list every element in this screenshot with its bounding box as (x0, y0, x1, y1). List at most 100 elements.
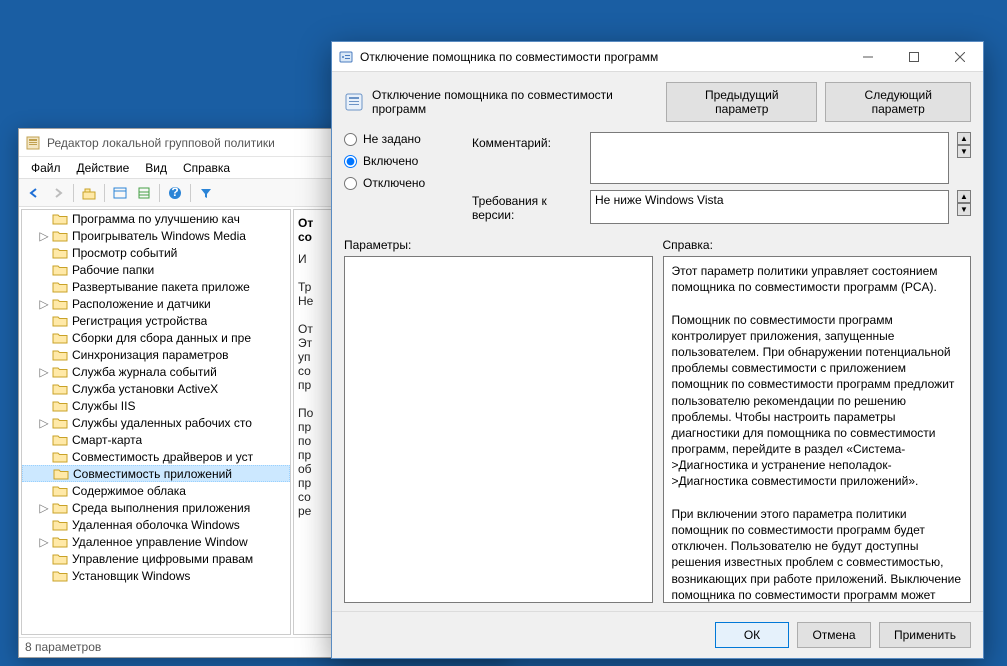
tree-item-label: Рабочие папки (72, 263, 154, 277)
next-setting-button[interactable]: Следующий параметр (825, 82, 971, 122)
radio-disabled-label: Отключено (363, 176, 425, 190)
tree-item-label: Просмотр событий (72, 246, 177, 260)
svg-text:?: ? (171, 186, 178, 199)
tree-item-label: Службы IIS (72, 399, 135, 413)
close-icon[interactable] (937, 42, 983, 72)
expand-chevron-icon[interactable]: ▷ (38, 501, 50, 515)
parameters-box (344, 256, 653, 603)
toolbar-back-icon[interactable] (23, 182, 45, 204)
toolbar-details-icon[interactable] (133, 182, 155, 204)
expand-chevron-icon[interactable]: ▷ (38, 416, 50, 430)
tree-item-label: Смарт-карта (72, 433, 142, 447)
menu-help[interactable]: Справка (175, 159, 238, 177)
tree-item[interactable]: Служба установки ActiveX (22, 380, 290, 397)
toolbar-separator (73, 184, 74, 202)
folder-icon (52, 212, 68, 226)
radio-enabled-input[interactable] (344, 155, 357, 168)
toolbar-separator (190, 184, 191, 202)
tree-item[interactable]: Управление цифровыми правам (22, 550, 290, 567)
prev-setting-button[interactable]: Предыдущий параметр (666, 82, 817, 122)
policy-titlebar[interactable]: Отключение помощника по совместимости пр… (332, 42, 983, 72)
version-scroll-down-icon[interactable]: ▼ (957, 203, 971, 216)
tree-item-label: Регистрация устройства (72, 314, 207, 328)
tree-item[interactable]: ▷ Удаленное управление Window (22, 533, 290, 550)
tree-item-label: Программа по улучшению кач (72, 212, 240, 226)
tree-item[interactable]: Удаленная оболочка Windows (22, 516, 290, 533)
minimize-icon[interactable] (845, 42, 891, 72)
policy-dialog: Отключение помощника по совместимости пр… (331, 41, 984, 659)
tree-item-label: Совместимость драйверов и уст (72, 450, 253, 464)
tree-item-label: Службы удаленных рабочих сто (72, 416, 252, 430)
gpedit-tree[interactable]: Программа по улучшению кач▷Проигрыватель… (21, 209, 291, 635)
tree-item[interactable]: ▷Проигрыватель Windows Media (22, 227, 290, 244)
tree-item[interactable]: Просмотр событий (22, 244, 290, 261)
ok-button[interactable]: ОК (715, 622, 789, 648)
tree-item[interactable]: Службы IIS (22, 397, 290, 414)
toolbar-forward-icon[interactable] (47, 182, 69, 204)
folder-icon (52, 450, 68, 464)
policy-title-icon (338, 49, 354, 65)
toolbar-filter-icon[interactable] (195, 182, 217, 204)
tree-item[interactable]: Синхронизация параметров (22, 346, 290, 363)
policy-heading: Отключение помощника по совместимости пр… (372, 88, 650, 116)
menu-action[interactable]: Действие (69, 159, 138, 177)
gpedit-title: Редактор локальной групповой политики (47, 136, 275, 150)
radio-disabled-input[interactable] (344, 177, 357, 190)
tree-item[interactable]: Содержимое облака (22, 482, 290, 499)
folder-icon (52, 246, 68, 260)
tree-item[interactable]: Программа по улучшению кач (22, 210, 290, 227)
comment-scroll-up-icon[interactable]: ▲ (957, 132, 971, 145)
expand-chevron-icon[interactable]: ▷ (38, 365, 50, 379)
tree-item[interactable]: Смарт-карта (22, 431, 290, 448)
menu-view[interactable]: Вид (137, 159, 175, 177)
comment-label: Комментарий: (472, 132, 582, 150)
tree-item[interactable]: ▷ Службы удаленных рабочих сто (22, 414, 290, 431)
tree-item[interactable]: Установщик Windows (22, 567, 290, 584)
tree-item[interactable]: ▷Среда выполнения приложения (22, 499, 290, 516)
tree-item[interactable]: Совместимость приложений (22, 465, 290, 482)
tree-item[interactable]: Развертывание пакета приложе (22, 278, 290, 295)
tree-item[interactable]: Рабочие папки (22, 261, 290, 278)
help-label: Справка: (663, 238, 972, 252)
radio-enabled[interactable]: Включено (344, 154, 464, 168)
folder-icon (52, 280, 68, 294)
toolbar-help-icon[interactable]: ? (164, 182, 186, 204)
tree-item-label: Расположение и датчики (72, 297, 211, 311)
toolbar-up-icon[interactable] (78, 182, 100, 204)
comment-textarea[interactable] (590, 132, 949, 184)
radio-disabled[interactable]: Отключено (344, 176, 464, 190)
apply-button[interactable]: Применить (879, 622, 971, 648)
expand-chevron-icon[interactable]: ▷ (38, 229, 50, 243)
menu-file[interactable]: Файл (23, 159, 69, 177)
maximize-icon[interactable] (891, 42, 937, 72)
radio-not-configured-input[interactable] (344, 133, 357, 146)
version-scroll-up-icon[interactable]: ▲ (957, 190, 971, 203)
folder-icon (53, 467, 69, 481)
toolbar-separator (104, 184, 105, 202)
folder-icon (52, 382, 68, 396)
expand-chevron-icon[interactable]: ▷ (38, 535, 50, 549)
tree-item-label: Содержимое облака (72, 484, 186, 498)
folder-icon (52, 484, 68, 498)
tree-item[interactable]: Сборки для сбора данных и пре (22, 329, 290, 346)
tree-item[interactable]: Регистрация устройства (22, 312, 290, 329)
folder-icon (52, 229, 68, 243)
folder-icon (52, 416, 68, 430)
folder-icon (52, 314, 68, 328)
radio-not-configured[interactable]: Не задано (344, 132, 464, 146)
expand-chevron-icon[interactable]: ▷ (38, 297, 50, 311)
folder-icon (52, 518, 68, 532)
cancel-button[interactable]: Отмена (797, 622, 871, 648)
tree-item[interactable]: Совместимость драйверов и уст (22, 448, 290, 465)
version-field: Не ниже Windows Vista (590, 190, 949, 224)
tree-item[interactable]: ▷ Расположение и датчики (22, 295, 290, 312)
tree-item-label: Удаленное управление Window (72, 535, 248, 549)
tree-item-label: Совместимость приложений (73, 467, 232, 481)
tree-item-label: Служба установки ActiveX (72, 382, 218, 396)
tree-item[interactable]: ▷Служба журнала событий (22, 363, 290, 380)
toolbar-list-icon[interactable] (109, 182, 131, 204)
help-box[interactable]: Этот параметр политики управляет состоян… (663, 256, 972, 603)
radio-not-configured-label: Не задано (363, 132, 421, 146)
comment-scroll-down-icon[interactable]: ▼ (957, 145, 971, 158)
folder-icon (52, 535, 68, 549)
